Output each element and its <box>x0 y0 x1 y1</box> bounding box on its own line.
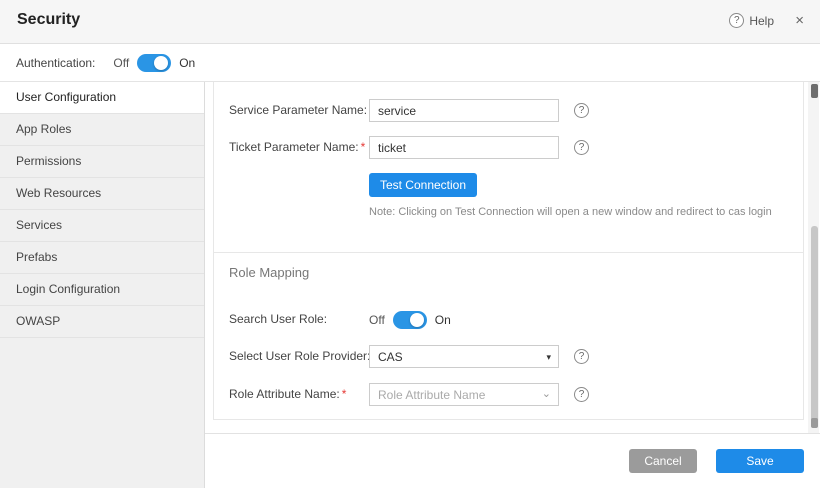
search-user-role-toggle[interactable] <box>393 311 427 329</box>
authentication-label: Authentication: <box>16 56 95 70</box>
sidebar-item-services[interactable]: Services <box>0 210 204 242</box>
sidebar-item-login-configuration[interactable]: Login Configuration <box>0 274 204 306</box>
search-on-label: On <box>435 313 451 327</box>
test-connection-button[interactable]: Test Connection <box>369 173 477 197</box>
content-area: Service Parameter Name:* ? Ticket Parame… <box>205 82 820 488</box>
toggle-knob <box>410 313 424 327</box>
sidebar-item-web-resources[interactable]: Web Resources <box>0 178 204 210</box>
ticket-help-icon[interactable]: ? <box>574 140 589 155</box>
role-provider-field: CAS ▾ <box>369 345 559 368</box>
service-help-icon[interactable]: ? <box>574 103 589 118</box>
footer-bar: Cancel Save <box>205 433 820 488</box>
scrollbar-down-arrow[interactable] <box>811 418 818 428</box>
role-provider-label: Select User Role Provider: <box>229 349 370 363</box>
role-provider-value: CAS <box>378 350 403 364</box>
role-attribute-help-icon[interactable]: ? <box>574 387 589 402</box>
test-connection-note: Note: Clicking on Test Connection will o… <box>369 206 772 218</box>
search-user-role-field: Off On <box>369 311 451 329</box>
role-mapping-section: Role Mapping Search User Role: Off On Se… <box>214 252 803 421</box>
sidebar-item-user-configuration[interactable]: User Configuration <box>0 82 204 114</box>
chevron-down-icon: ⌄ <box>542 387 551 400</box>
sidebar-item-owasp[interactable]: OWASP <box>0 306 204 338</box>
ticket-parameter-input[interactable] <box>369 136 559 159</box>
help-label: Help <box>749 14 774 28</box>
sidebar-item-app-roles[interactable]: App Roles <box>0 114 204 146</box>
service-parameter-row: Service Parameter Name:* ? <box>214 99 803 123</box>
ticket-parameter-label-text: Ticket Parameter Name: <box>229 140 359 154</box>
role-attribute-field: Role Attribute Name ⌄ <box>369 383 559 406</box>
role-attribute-select[interactable]: Role Attribute Name ⌄ <box>369 383 559 406</box>
role-provider-select[interactable]: CAS ▾ <box>369 345 559 368</box>
search-off-label: Off <box>369 313 385 327</box>
sidebar: User Configuration App Roles Permissions… <box>0 82 205 488</box>
auth-on-label: On <box>179 56 195 70</box>
role-attribute-row: Role Attribute Name:* Role Attribute Nam… <box>214 383 803 407</box>
security-dialog: Security ? Help × Authentication: Off On… <box>0 0 820 488</box>
role-attribute-placeholder: Role Attribute Name <box>378 388 485 402</box>
search-user-role-label: Search User Role: <box>229 312 327 326</box>
role-attribute-label-text: Role Attribute Name: <box>229 387 340 401</box>
toggle-knob <box>154 56 168 70</box>
authentication-row: Authentication: Off On <box>0 44 820 82</box>
ticket-parameter-field-wrap <box>369 136 559 159</box>
role-provider-row: Select User Role Provider: CAS ▾ ? <box>214 345 803 369</box>
scrollbar-thumb[interactable] <box>811 226 818 422</box>
close-icon[interactable]: × <box>795 12 804 29</box>
ticket-parameter-label: Ticket Parameter Name:* <box>229 140 365 154</box>
required-marker: * <box>342 387 347 401</box>
help-icon: ? <box>729 13 744 28</box>
save-button[interactable]: Save <box>716 449 804 473</box>
sidebar-item-permissions[interactable]: Permissions <box>0 146 204 178</box>
role-provider-help-icon[interactable]: ? <box>574 349 589 364</box>
required-marker: * <box>361 140 366 154</box>
service-parameter-label-text: Service Parameter Name: <box>229 103 367 117</box>
auth-off-label: Off <box>113 56 129 70</box>
ticket-parameter-row: Ticket Parameter Name:* ? <box>214 136 803 160</box>
scroll-area: Service Parameter Name:* ? Ticket Parame… <box>205 82 820 433</box>
service-parameter-field-wrap <box>369 99 559 122</box>
dialog-header: Security ? Help × <box>0 0 820 44</box>
search-user-role-row: Search User Role: Off On <box>214 308 803 332</box>
role-attribute-label: Role Attribute Name:* <box>229 387 346 401</box>
cancel-button[interactable]: Cancel <box>629 449 697 473</box>
service-parameter-input[interactable] <box>369 99 559 122</box>
cas-config-panel: Service Parameter Name:* ? Ticket Parame… <box>213 82 804 420</box>
page-title: Security <box>17 11 80 29</box>
help-button[interactable]: ? Help <box>729 13 774 28</box>
scrollbar-up-arrow[interactable] <box>811 84 818 98</box>
service-parameter-label: Service Parameter Name:* <box>229 103 374 117</box>
sidebar-item-prefabs[interactable]: Prefabs <box>0 242 204 274</box>
role-mapping-title: Role Mapping <box>229 265 309 280</box>
authentication-toggle[interactable] <box>137 54 171 72</box>
caret-down-icon: ▾ <box>546 352 551 363</box>
